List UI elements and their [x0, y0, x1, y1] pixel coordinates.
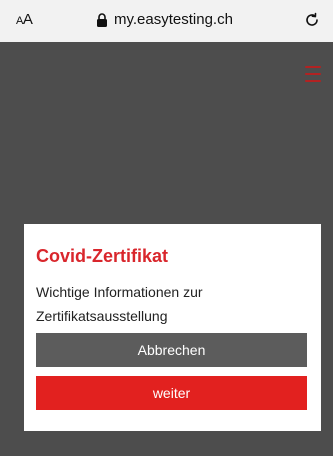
certificate-dialog: Covid-Zertifikat Wichtige Informationen …: [24, 224, 321, 431]
url-field[interactable]: my.easytesting.ch: [96, 9, 233, 31]
reload-icon[interactable]: [303, 11, 321, 29]
next-button[interactable]: weiter: [36, 376, 307, 410]
hamburger-menu-icon[interactable]: [305, 66, 321, 82]
text-size-large-a: A: [22, 11, 33, 28]
cancel-button[interactable]: Abbrechen: [36, 333, 307, 367]
dialog-title: Covid-Zertifikat: [36, 246, 169, 266]
lock-icon: [97, 13, 107, 27]
hamburger-line: [305, 80, 321, 82]
hamburger-line: [305, 66, 321, 68]
dialog-message: Wichtige Informationen zur Zertifikatsau…: [36, 280, 306, 328]
browser-address-bar: AA my.easytesting.ch: [0, 0, 333, 42]
dialog-message-line-2: Zertifikatsausstellung: [36, 308, 168, 324]
screen: AA my.easytesting.ch Covid-Zertifikat Wi…: [0, 0, 333, 456]
url-text: my.easytesting.ch: [114, 11, 233, 28]
text-size-button[interactable]: AA: [16, 10, 33, 30]
hamburger-line: [305, 73, 321, 75]
dialog-message-line-1: Wichtige Informationen zur: [36, 284, 203, 300]
text-size-small-a: A: [16, 15, 23, 27]
